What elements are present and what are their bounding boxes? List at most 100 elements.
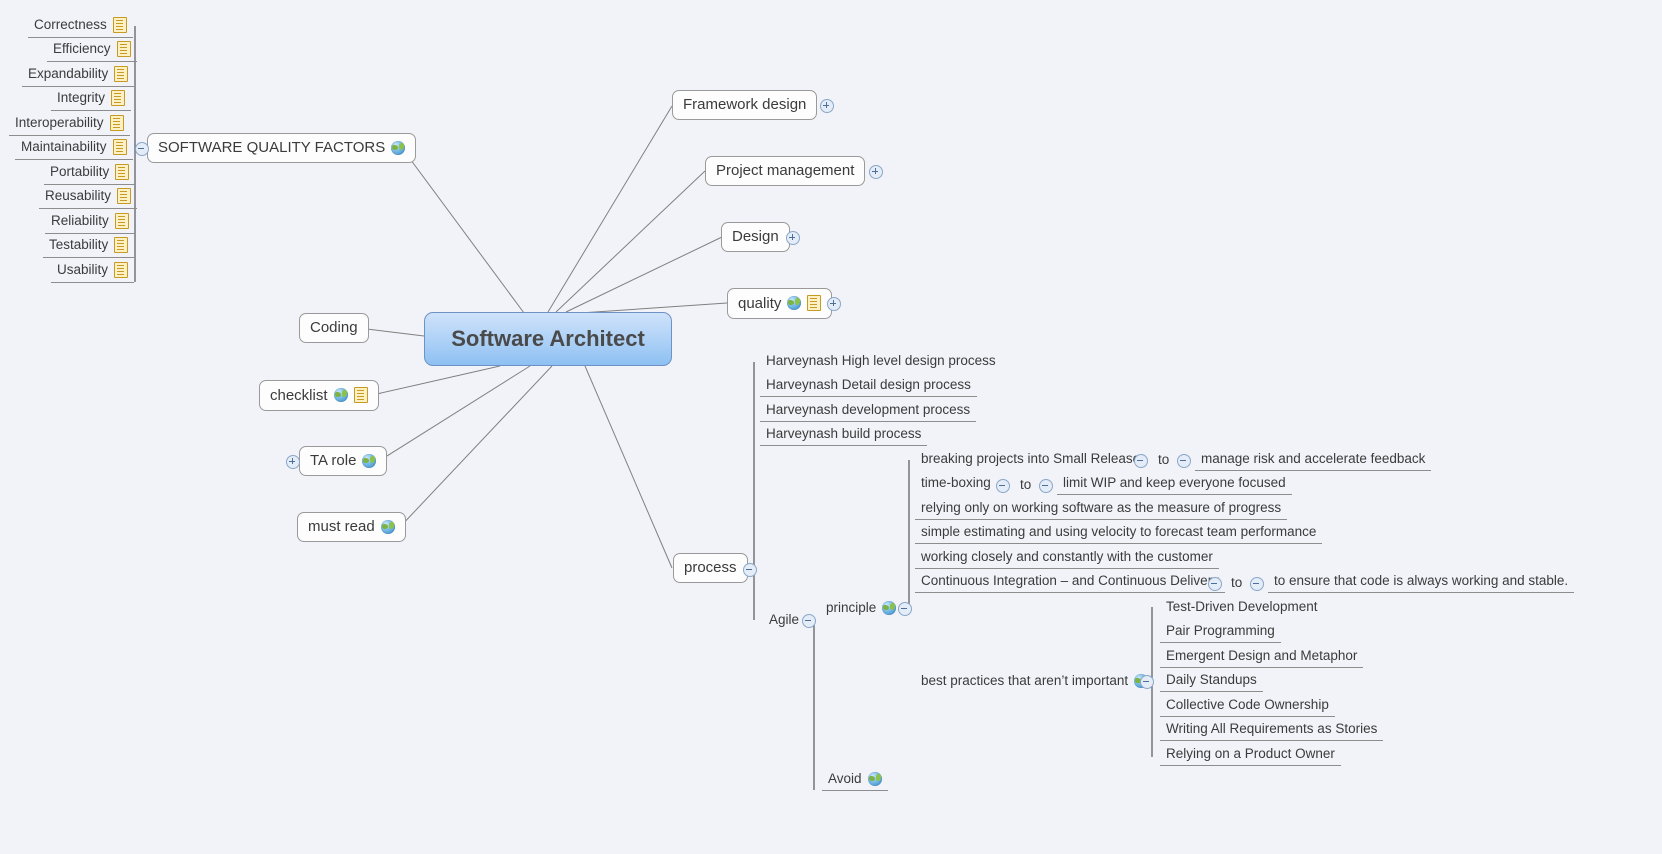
- node-limit-wip[interactable]: limit WIP and keep everyone focused: [1057, 474, 1292, 495]
- toggle-framework-design[interactable]: [820, 99, 834, 113]
- node-collective-code-ownership[interactable]: Collective Code Ownership: [1160, 696, 1335, 717]
- node-label: Test-Driven Development: [1166, 599, 1318, 614]
- node-harveynash-development[interactable]: Harveynash development process: [760, 401, 977, 422]
- node-label: Continuous Integration – and Continuous …: [921, 573, 1219, 588]
- node-correctness[interactable]: Correctness: [28, 15, 133, 38]
- node-ensure-code-working-stable[interactable]: to ensure that code is always working an…: [1268, 572, 1575, 593]
- note-icon: [109, 115, 124, 131]
- node-pair-programming[interactable]: Pair Programming: [1160, 622, 1281, 643]
- note-icon: [111, 90, 126, 106]
- toggle-process[interactable]: [743, 563, 757, 577]
- toggle-agile[interactable]: [802, 614, 816, 628]
- central-topic[interactable]: Software Architect: [424, 312, 672, 366]
- node-expandability[interactable]: Expandability: [22, 64, 135, 87]
- node-framework-design[interactable]: Framework design: [672, 90, 818, 120]
- toggle-project-management[interactable]: [869, 165, 883, 179]
- toggle-principle[interactable]: [898, 602, 912, 616]
- node-label: Harveynash build process: [766, 426, 922, 441]
- node-design[interactable]: Design: [721, 222, 790, 252]
- central-topic-label: Software Architect: [451, 326, 645, 351]
- node-harveynash-high-level-design[interactable]: Harveynash High level design process: [760, 352, 1002, 372]
- note-icon: [112, 139, 127, 155]
- globe-icon: [362, 453, 377, 468]
- note-icon: [116, 41, 131, 57]
- node-integrity[interactable]: Integrity: [51, 88, 132, 111]
- node-coding[interactable]: Coding: [299, 313, 369, 343]
- toggle-ta-role[interactable]: [286, 455, 300, 469]
- node-label: Testability: [49, 237, 109, 253]
- node-label: Design: [732, 228, 779, 245]
- globe-icon: [391, 140, 406, 155]
- node-ta-role[interactable]: TA role: [299, 446, 388, 476]
- toggle-relation-small-releases[interactable]: [1177, 454, 1191, 468]
- node-working-with-customer[interactable]: working closely and constantly with the …: [915, 548, 1219, 569]
- node-process[interactable]: process: [673, 553, 748, 583]
- toggle-relation-time-boxing[interactable]: [1039, 479, 1053, 493]
- node-label: breaking projects into Small Releases: [921, 451, 1147, 466]
- node-label: Correctness: [34, 17, 107, 33]
- node-best-practices[interactable]: best practices that aren’t important: [915, 672, 1154, 692]
- node-harveynash-build[interactable]: Harveynash build process: [760, 425, 928, 446]
- node-label: Reliability: [51, 213, 109, 229]
- node-manage-risk-accelerate-feedback[interactable]: manage risk and accelerate feedback: [1195, 450, 1432, 471]
- note-icon: [353, 387, 368, 403]
- node-label: limit WIP and keep everyone focused: [1063, 475, 1286, 490]
- node-simple-estimating[interactable]: simple estimating and using velocity to …: [915, 523, 1323, 544]
- node-daily-standups[interactable]: Daily Standups: [1160, 671, 1263, 692]
- toggle-relation-continuous-integration[interactable]: [1250, 577, 1264, 591]
- node-label: relying only on working software as the …: [921, 500, 1282, 515]
- note-icon: [114, 262, 129, 278]
- node-continuous-integration[interactable]: Continuous Integration – and Continuous …: [915, 572, 1225, 593]
- node-agile[interactable]: Agile: [763, 611, 805, 631]
- node-software-quality-factors[interactable]: SOFTWARE QUALITY FACTORS: [147, 133, 417, 163]
- node-reliability[interactable]: Reliability: [45, 211, 135, 234]
- node-label: Harveynash Detail design process: [766, 377, 971, 392]
- node-label: simple estimating and using velocity to …: [921, 524, 1317, 539]
- node-efficiency[interactable]: Efficiency: [47, 39, 137, 62]
- relation-continuous-integration: to: [1231, 575, 1242, 590]
- node-usability[interactable]: Usability: [51, 260, 135, 283]
- node-label: manage risk and accelerate feedback: [1201, 451, 1426, 466]
- toggle-time-boxing[interactable]: [996, 479, 1010, 493]
- node-relying-on-product-owner[interactable]: Relying on a Product Owner: [1160, 745, 1341, 766]
- node-writing-requirements-as-stories[interactable]: Writing All Requirements as Stories: [1160, 720, 1384, 741]
- note-icon: [115, 164, 130, 180]
- toggle-software-quality-factors[interactable]: [135, 142, 149, 156]
- node-portability[interactable]: Portability: [44, 162, 136, 185]
- node-working-software-measure[interactable]: relying only on working software as the …: [915, 499, 1288, 520]
- node-time-boxing[interactable]: time-boxing: [915, 474, 997, 494]
- node-testability[interactable]: Testability: [43, 235, 135, 258]
- node-project-management[interactable]: Project management: [705, 156, 866, 186]
- node-interoperability[interactable]: Interoperability: [9, 113, 130, 136]
- node-label: Expandability: [28, 66, 109, 82]
- note-icon: [807, 295, 822, 311]
- note-icon: [117, 188, 132, 204]
- node-harveynash-detail-design[interactable]: Harveynash Detail design process: [760, 376, 977, 397]
- node-label: Usability: [57, 262, 109, 278]
- node-maintainability[interactable]: Maintainability: [15, 137, 133, 160]
- node-emergent-design-metaphor[interactable]: Emergent Design and Metaphor: [1160, 647, 1364, 668]
- toggle-small-releases[interactable]: [1134, 454, 1148, 468]
- node-test-driven-development[interactable]: Test-Driven Development: [1160, 598, 1324, 618]
- node-label: Integrity: [57, 90, 106, 106]
- node-must-read[interactable]: must read: [297, 512, 406, 542]
- node-principle[interactable]: principle: [820, 599, 902, 619]
- node-label: to ensure that code is always working an…: [1274, 573, 1569, 588]
- note-icon: [114, 213, 129, 229]
- node-quality[interactable]: quality: [727, 288, 833, 319]
- node-label: must read: [308, 518, 375, 535]
- node-label: Coding: [310, 319, 358, 336]
- node-small-releases[interactable]: breaking projects into Small Releases: [915, 450, 1153, 470]
- node-avoid[interactable]: Avoid: [822, 770, 888, 791]
- node-label: time-boxing: [921, 475, 991, 490]
- toggle-design[interactable]: [786, 231, 800, 245]
- node-label: Maintainability: [21, 139, 107, 155]
- globe-icon: [380, 519, 395, 534]
- toggle-quality[interactable]: [827, 297, 841, 311]
- toggle-best-practices[interactable]: [1140, 675, 1154, 689]
- node-checklist[interactable]: checklist: [259, 380, 379, 411]
- node-reusability[interactable]: Reusability: [39, 186, 138, 209]
- toggle-continuous-integration[interactable]: [1208, 577, 1222, 591]
- globe-icon: [787, 296, 802, 310]
- node-label: Portability: [50, 164, 110, 180]
